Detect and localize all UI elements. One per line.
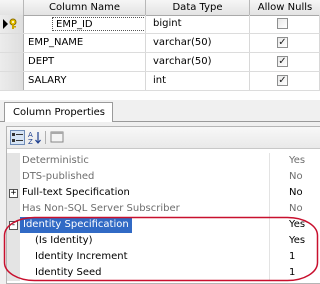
row-gutter	[7, 249, 20, 265]
property-pages-icon	[50, 131, 64, 143]
row-gutter	[7, 169, 20, 185]
toolbar-separator	[45, 131, 46, 144]
cell-data-type[interactable]: int	[146, 72, 250, 90]
property-row-dts-published[interactable]: DTS-published No	[7, 169, 320, 185]
cell-allow-nulls[interactable]: ✓	[250, 53, 320, 71]
cell-allow-nulls[interactable]	[250, 15, 320, 33]
column-properties-panel: Column Properties A Z Deterministic Yes …	[0, 100, 320, 284]
allow-nulls-checkbox[interactable]: ✓	[277, 37, 288, 48]
cell-column-name[interactable]: SALARY	[24, 72, 146, 90]
row-gutter	[7, 201, 20, 217]
property-row-identity-increment[interactable]: Identity Increment 1	[7, 249, 320, 265]
table-row[interactable]: EMP_ID bigint	[0, 15, 320, 34]
cell-data-type[interactable]: bigint	[146, 15, 250, 33]
property-row-full-text-specification[interactable]: + Full-text Specification No	[7, 185, 320, 201]
property-name: (Is Identity)	[35, 235, 93, 246]
property-name: DTS-published	[22, 171, 95, 182]
property-row-identity-seed[interactable]: Identity Seed 1	[7, 265, 320, 281]
property-value[interactable]: No	[289, 185, 303, 201]
categorized-icon	[12, 133, 23, 142]
row-gutter	[7, 153, 20, 169]
property-name: Identity Increment	[35, 251, 128, 262]
property-name: Has Non-SQL Server Subscriber	[22, 203, 180, 214]
cell-data-type[interactable]: varchar(50)	[146, 34, 250, 52]
row-gutter	[7, 265, 20, 281]
allow-nulls-checkbox[interactable]: ✓	[277, 56, 288, 67]
property-grid: A Z Deterministic Yes DTS-published No +…	[6, 126, 320, 284]
property-name: Identity Specification	[20, 217, 132, 233]
header-column-name[interactable]: Column Name	[24, 0, 146, 15]
cell-column-name[interactable]: EMP_NAME	[24, 34, 146, 52]
property-row-is-identity[interactable]: (Is Identity) Yes	[7, 233, 320, 249]
cell-column-name[interactable]: DEPT	[24, 53, 146, 71]
table-row[interactable]: SALARY int ✓	[0, 72, 320, 91]
table-row[interactable]: DEPT varchar(50) ✓	[0, 53, 320, 72]
cell-allow-nulls[interactable]: ✓	[250, 72, 320, 90]
alphabetical-sort-icon: A Z	[28, 131, 41, 146]
row-selector[interactable]	[0, 34, 24, 52]
property-value[interactable]: No	[289, 201, 303, 217]
row-gutter: +	[7, 185, 20, 201]
table-row[interactable]: EMP_NAME varchar(50) ✓	[0, 34, 320, 53]
tab-column-properties[interactable]: Column Properties	[4, 102, 113, 122]
property-value[interactable]: Yes	[289, 153, 305, 169]
property-name: Identity Seed	[35, 267, 102, 278]
property-value[interactable]: Yes	[289, 217, 305, 233]
property-list: Deterministic Yes DTS-published No + Ful…	[7, 153, 320, 281]
row-selector[interactable]	[0, 72, 24, 90]
grid-header: Column Name Data Type Allow Nulls	[0, 0, 320, 16]
row-gutter	[7, 233, 20, 249]
allow-nulls-checkbox[interactable]: ✓	[277, 75, 288, 86]
column-name-field[interactable]: EMP_ID	[52, 17, 145, 31]
property-name: Full-text Specification	[22, 187, 130, 198]
property-value[interactable]: Yes	[289, 233, 305, 249]
property-value[interactable]: 1	[289, 265, 295, 281]
header-data-type[interactable]: Data Type	[146, 0, 250, 15]
header-allow-nulls[interactable]: Allow Nulls	[250, 0, 320, 15]
property-value[interactable]: No	[289, 169, 303, 185]
cell-data-type[interactable]: varchar(50)	[146, 53, 250, 71]
property-pages-button[interactable]	[50, 130, 65, 145]
collapse-icon[interactable]: -	[9, 221, 18, 230]
row-selector[interactable]	[0, 53, 24, 71]
property-row-deterministic[interactable]: Deterministic Yes	[7, 153, 320, 169]
svg-text:Z: Z	[28, 138, 33, 145]
property-row-identity-specification[interactable]: - Identity Specification Yes	[7, 217, 320, 233]
property-name: Deterministic	[22, 155, 89, 166]
row-gutter: -	[7, 217, 20, 233]
alphabetical-button[interactable]: A Z	[28, 130, 43, 146]
expand-icon[interactable]: +	[9, 189, 18, 198]
property-row-has-non-sql-server-subscriber[interactable]: Has Non-SQL Server Subscriber No	[7, 201, 320, 217]
cell-column-name[interactable]: EMP_ID	[24, 15, 146, 33]
cell-allow-nulls[interactable]: ✓	[250, 34, 320, 52]
header-corner	[0, 0, 24, 15]
allow-nulls-checkbox[interactable]	[277, 18, 288, 29]
columns-grid: Column Name Data Type Allow Nulls EMP_ID…	[0, 0, 320, 94]
primary-key-icon	[3, 18, 17, 29]
categorized-button[interactable]	[10, 130, 25, 145]
row-selector[interactable]	[0, 15, 24, 33]
property-value[interactable]: 1	[289, 249, 295, 265]
property-toolbar: A Z	[7, 127, 320, 149]
